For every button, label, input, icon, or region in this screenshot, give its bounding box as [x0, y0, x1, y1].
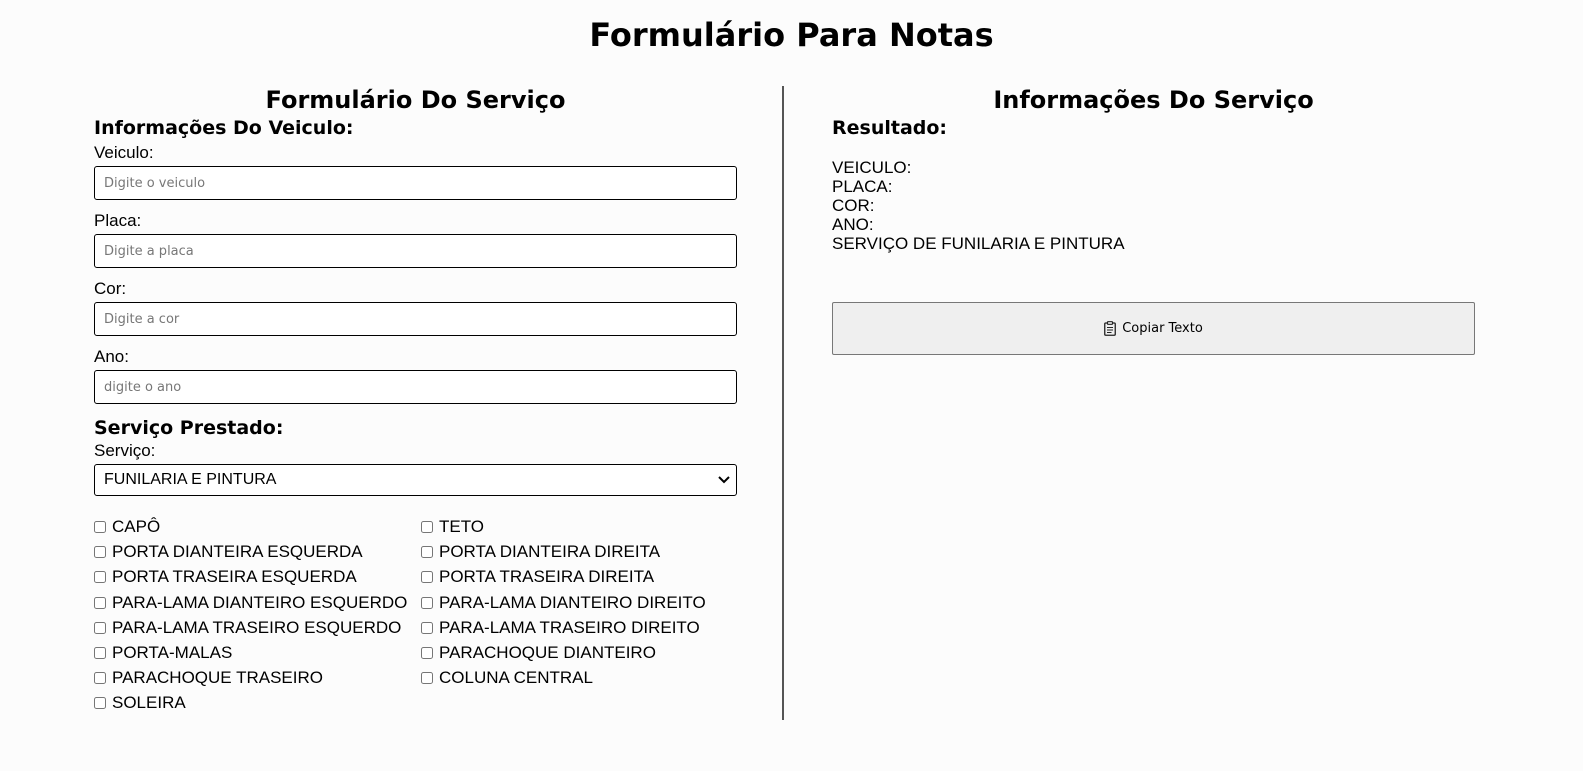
color-label: Cor:: [94, 279, 127, 298]
checkbox-input[interactable]: [421, 571, 433, 584]
checkbox-soleira[interactable]: SOLEIRA: [94, 692, 421, 714]
checkbox-label: PORTA DIANTEIRA ESQUERDA: [112, 542, 363, 562]
checkbox-porta-dianteira-direita[interactable]: PORTA DIANTEIRA DIREITA: [421, 541, 737, 563]
checkbox-parachoque-traseiro[interactable]: PARACHOQUE TRASEIRO: [94, 667, 421, 689]
result-line-color: COR:: [832, 196, 875, 215]
vehicle-section-title: Informações Do Veiculo:: [94, 117, 354, 139]
checkbox-input[interactable]: [421, 521, 433, 534]
checkbox-porta-traseira-esquerda[interactable]: PORTA TRASEIRA ESQUERDA: [94, 566, 421, 588]
checkbox-label: PARA-LAMA DIANTEIRO ESQUERDO: [112, 592, 408, 612]
checkbox-input[interactable]: [94, 571, 106, 584]
body-parts-checklist: CAPÔ TETO PORTA DIANTEIRA ESQUERDA PORTA…: [94, 516, 737, 715]
result-line-year: ANO:: [832, 215, 874, 234]
checkbox-input[interactable]: [94, 596, 106, 609]
checkbox-capo[interactable]: CAPÔ: [94, 516, 421, 538]
plate-input[interactable]: [94, 234, 737, 268]
checkbox-para-lama-traseiro-direito[interactable]: PARA-LAMA TRASEIRO DIREITO: [421, 617, 737, 639]
checkbox-label: PARACHOQUE DIANTEIRO: [439, 643, 656, 663]
service-info-panel: Informações Do Serviço Resultado: VEICUL…: [832, 84, 1475, 355]
checkbox-label: SOLEIRA: [112, 693, 186, 713]
checkbox-input[interactable]: [421, 672, 433, 685]
result-line-service: SERVIÇO DE FUNILARIA E PINTURA: [832, 234, 1125, 253]
result-line-plate: PLACA:: [832, 177, 893, 196]
checkbox-input[interactable]: [94, 672, 106, 685]
color-input[interactable]: [94, 302, 737, 336]
checkbox-porta-traseira-direita[interactable]: PORTA TRASEIRA DIREITA: [421, 566, 737, 588]
result-output: VEICULO: PLACA: COR: ANO: SERVIÇO DE FUN…: [832, 158, 1475, 253]
clipboard-icon: [1104, 321, 1117, 336]
vehicle-label: Veiculo:: [94, 143, 154, 162]
year-label: Ano:: [94, 347, 129, 366]
checkbox-label: PORTA DIANTEIRA DIREITA: [439, 542, 661, 562]
checkbox-input[interactable]: [421, 546, 433, 559]
checkbox-input[interactable]: [421, 621, 433, 634]
checkbox-label: PARA-LAMA TRASEIRO DIREITO: [439, 617, 700, 637]
page-title: Formulário Para Notas: [589, 16, 994, 54]
checkbox-label: COLUNA CENTRAL: [439, 668, 593, 688]
checkbox-input[interactable]: [421, 647, 433, 660]
checkbox-input[interactable]: [94, 697, 106, 710]
checkbox-porta-dianteira-esquerda[interactable]: PORTA DIANTEIRA ESQUERDA: [94, 541, 421, 563]
service-select-wrapper: FUNILARIA E PINTURA: [94, 464, 737, 496]
service-select[interactable]: FUNILARIA E PINTURA: [94, 464, 737, 496]
checkbox-para-lama-dianteiro-direito[interactable]: PARA-LAMA DIANTEIRO DIREITO: [421, 592, 737, 614]
service-section-title: Serviço Prestado:: [94, 417, 284, 439]
checkbox-porta-malas[interactable]: PORTA-MALAS: [94, 642, 421, 664]
column-divider: [782, 86, 784, 720]
checkbox-label: PORTA-MALAS: [112, 643, 233, 663]
checkbox-parachoque-dianteiro[interactable]: PARACHOQUE DIANTEIRO: [421, 642, 737, 664]
checkbox-input[interactable]: [94, 546, 106, 559]
result-heading: Resultado:: [832, 117, 948, 139]
checkbox-para-lama-traseiro-esquerdo[interactable]: PARA-LAMA TRASEIRO ESQUERDO: [94, 617, 421, 639]
checkbox-label: PORTA TRASEIRA DIREITA: [439, 567, 655, 587]
copy-button-label: Copiar Texto: [1122, 321, 1203, 336]
checkbox-para-lama-dianteiro-esquerdo[interactable]: PARA-LAMA DIANTEIRO ESQUERDO: [94, 592, 421, 614]
checkbox-input[interactable]: [94, 521, 106, 534]
checkbox-teto[interactable]: TETO: [421, 516, 737, 538]
service-label: Serviço:: [94, 441, 156, 460]
checkbox-label: PORTA TRASEIRA ESQUERDA: [112, 567, 357, 587]
checkbox-coluna-central[interactable]: COLUNA CENTRAL: [421, 667, 737, 689]
checkbox-input[interactable]: [421, 596, 433, 609]
copy-text-button[interactable]: Copiar Texto: [832, 302, 1475, 355]
year-input[interactable]: [94, 370, 737, 404]
result-line-vehicle: VEICULO:: [832, 158, 912, 177]
checkbox-label: CAPÔ: [112, 517, 161, 537]
checkbox-label: PARA-LAMA DIANTEIRO DIREITO: [439, 592, 706, 612]
plate-label: Placa:: [94, 211, 142, 230]
checkbox-label: TETO: [439, 517, 485, 537]
info-title: Informações Do Serviço: [993, 86, 1314, 114]
service-form: Formulário Do Serviço Informações Do Vei…: [94, 84, 737, 715]
checkbox-label: PARACHOQUE TRASEIRO: [112, 668, 323, 688]
checkbox-label: PARA-LAMA TRASEIRO ESQUERDO: [112, 617, 402, 637]
checkbox-input[interactable]: [94, 647, 106, 660]
form-title: Formulário Do Serviço: [265, 86, 566, 114]
checkbox-input[interactable]: [94, 621, 106, 634]
vehicle-input[interactable]: [94, 166, 737, 200]
